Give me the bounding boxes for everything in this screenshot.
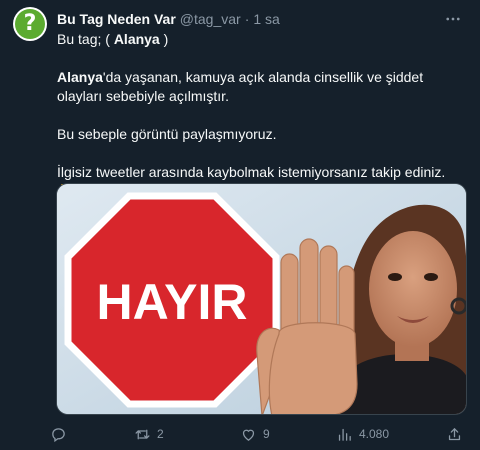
display-name[interactable]: Bu Tag Neden Var: [57, 11, 176, 27]
tweet-line-1-prefix: Bu tag; (: [57, 31, 114, 47]
views-button[interactable]: 4.080: [336, 426, 446, 443]
retweet-count: 2: [157, 427, 164, 441]
question-mark-icon: ?: [15, 9, 45, 39]
tweet-header: Bu Tag Neden Var @tag_var · 1 sa: [57, 9, 470, 29]
tweet-line-1-suffix: ): [159, 31, 169, 47]
user-handle[interactable]: @tag_var: [180, 11, 241, 27]
views-icon: [338, 428, 351, 441]
retweet-button[interactable]: 2: [134, 426, 240, 443]
tweet-line-3: Bu sebeple görüntü paylaşmıyoruz.: [57, 126, 277, 142]
share-icon: [448, 427, 461, 440]
avatar[interactable]: ?: [13, 7, 47, 41]
heart-icon: [242, 429, 255, 441]
share-button[interactable]: [446, 426, 463, 443]
tweet-media-image[interactable]: HAYIR: [56, 183, 467, 415]
stop-sign-text: HAYIR: [97, 274, 248, 330]
tweet-actions: 2 9 4.080: [50, 423, 470, 445]
reply-icon: [52, 427, 65, 442]
tweet-line-4: İlgisiz tweetler arasında kaybolmak iste…: [57, 164, 446, 180]
like-button[interactable]: 9: [240, 426, 336, 443]
media-illustration: HAYIR: [57, 184, 466, 414]
tweet-line-2: Alanya'da yaşanan, kamuya açık alanda ci…: [57, 68, 467, 106]
like-count: 9: [263, 427, 270, 441]
tweet[interactable]: ? Bu Tag Neden Var @tag_var · 1 sa Bu ta…: [0, 0, 480, 450]
more-horizontal-icon: [446, 17, 460, 21]
tweet-line-2-bold: Alanya: [57, 69, 103, 85]
tweet-line-1: Bu tag; ( Alanya ): [57, 30, 467, 49]
more-options-button[interactable]: [440, 6, 466, 32]
tweet-line-2-rest: 'da yaşanan, kamuya açık alanda cinselli…: [57, 69, 424, 104]
retweet-icon: [135, 429, 150, 439]
separator-dot: ·: [244, 11, 250, 27]
reply-button[interactable]: [50, 426, 134, 443]
timestamp[interactable]: 1 sa: [253, 11, 279, 27]
person-eye-left: [388, 273, 402, 281]
person-face: [369, 231, 457, 347]
views-count: 4.080: [359, 427, 390, 441]
tweet-text: Bu tag; ( Alanya ) Alanya'da yaşanan, ka…: [57, 30, 467, 201]
hashtag-alanya: Alanya: [113, 31, 160, 47]
person-eye-right: [424, 273, 438, 281]
